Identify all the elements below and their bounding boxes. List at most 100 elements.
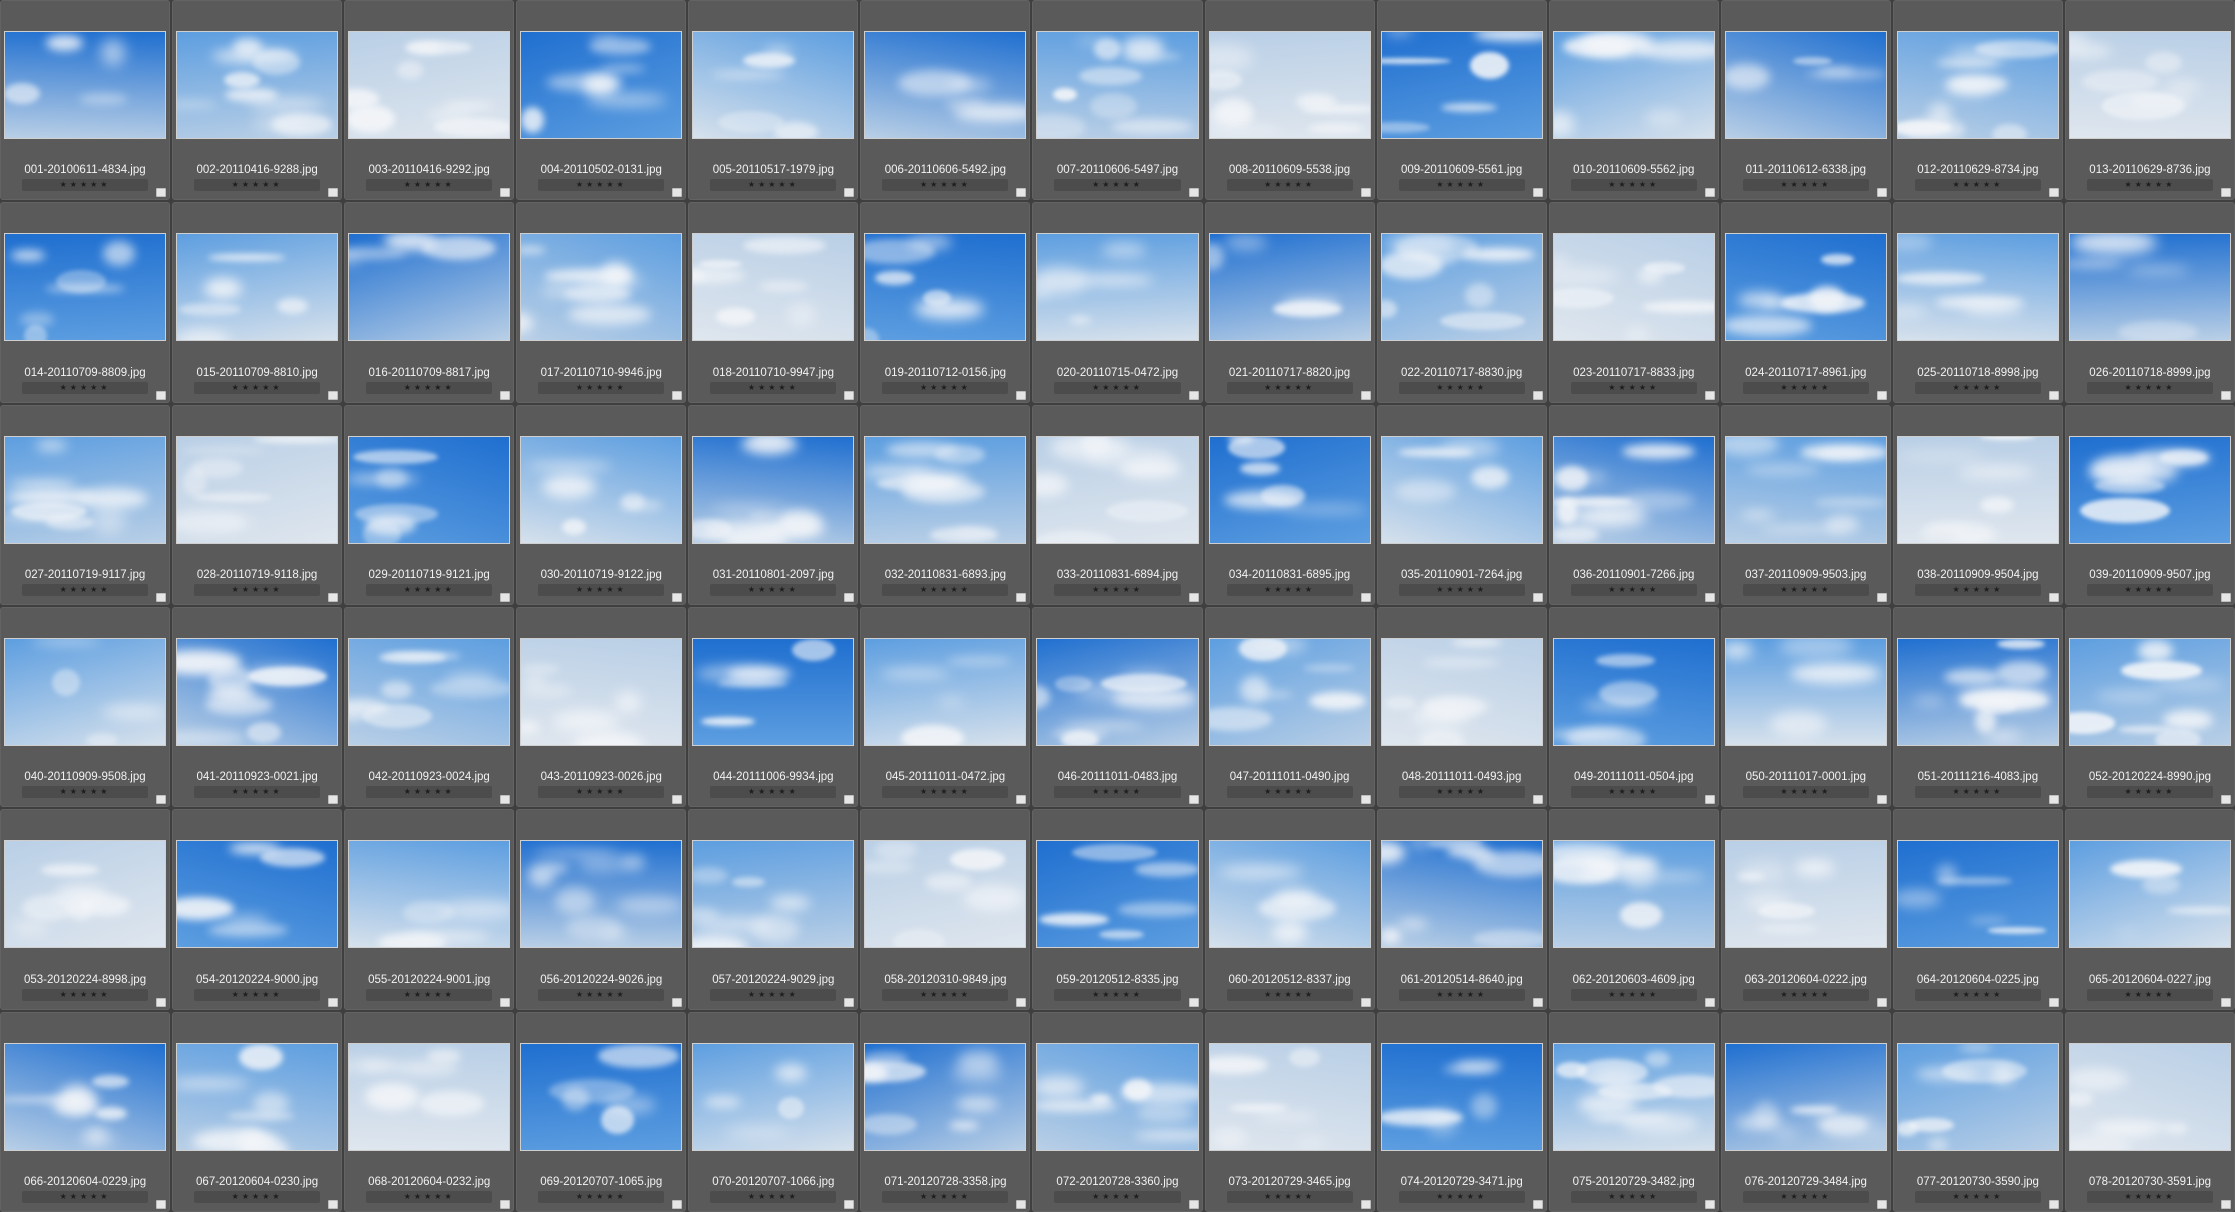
select-checkbox-icon[interactable] (1188, 997, 1199, 1007)
star-rating[interactable]: ★★★★★ (1226, 179, 1353, 192)
select-checkbox-icon[interactable] (1704, 997, 1715, 1007)
select-checkbox-icon[interactable] (672, 188, 683, 198)
select-checkbox-icon[interactable] (1360, 390, 1371, 400)
select-checkbox-icon[interactable] (1360, 997, 1371, 1007)
star-rating[interactable]: ★★★★★ (710, 988, 837, 1001)
star-rating[interactable]: ★★★★★ (1914, 381, 2041, 394)
star-rating[interactable]: ★★★★★ (710, 179, 837, 192)
sky-photo-thumbnail[interactable] (4, 435, 167, 544)
thumbnail-cell[interactable]: 009-20110609-5561.jpg ★★★★★ (1376, 0, 1547, 201)
select-checkbox-icon[interactable] (844, 592, 855, 602)
thumbnail-cell[interactable]: 051-20111216-4083.jpg ★★★★★ (1892, 606, 2063, 808)
star-rating[interactable]: ★★★★★ (2086, 1190, 2213, 1203)
thumbnail-cell[interactable]: 041-20110923-0021.jpg ★★★★★ (172, 606, 343, 808)
sky-photo-thumbnail[interactable] (1380, 1042, 1543, 1151)
thumbnail-cell[interactable]: 019-20110712-0156.jpg ★★★★★ (860, 202, 1031, 403)
sky-photo-thumbnail[interactable] (2068, 1042, 2231, 1151)
thumbnail-cell[interactable]: 012-20110629-8734.jpg ★★★★★ (1892, 0, 2063, 201)
thumbnail-cell[interactable]: 060-20120512-8337.jpg ★★★★★ (1204, 809, 1375, 1010)
thumbnail-cell[interactable]: 071-20120728-3358.jpg ★★★★★ (860, 1011, 1031, 1212)
thumbnail-cell[interactable]: 046-20111011-0483.jpg ★★★★★ (1032, 606, 1203, 808)
sky-photo-thumbnail[interactable] (1380, 840, 1543, 949)
thumbnail-cell[interactable]: 065-20120604-0227.jpg ★★★★★ (2064, 809, 2235, 1010)
sky-photo-thumbnail[interactable] (2068, 637, 2231, 746)
star-rating[interactable]: ★★★★★ (366, 988, 493, 1001)
thumbnail-cell[interactable]: 034-20110831-6895.jpg ★★★★★ (1204, 404, 1375, 605)
star-rating[interactable]: ★★★★★ (1914, 1190, 2041, 1203)
star-rating[interactable]: ★★★★★ (2086, 179, 2213, 192)
select-checkbox-icon[interactable] (2048, 592, 2059, 602)
star-rating[interactable]: ★★★★★ (1742, 786, 1869, 799)
thumbnail-cell[interactable]: 064-20120604-0225.jpg ★★★★★ (1892, 809, 2063, 1010)
star-rating[interactable]: ★★★★★ (538, 179, 665, 192)
thumbnail-cell[interactable]: 048-20111011-0493.jpg ★★★★★ (1376, 606, 1547, 808)
thumbnail-cell[interactable]: 016-20110709-8817.jpg ★★★★★ (344, 202, 515, 403)
select-checkbox-icon[interactable] (1360, 188, 1371, 198)
select-checkbox-icon[interactable] (1016, 592, 1027, 602)
star-rating[interactable]: ★★★★★ (22, 583, 149, 596)
select-checkbox-icon[interactable] (672, 1199, 683, 1209)
select-checkbox-icon[interactable] (1188, 1199, 1199, 1209)
sky-photo-thumbnail[interactable] (1036, 233, 1199, 342)
thumbnail-cell[interactable]: 022-20110717-8830.jpg ★★★★★ (1376, 202, 1547, 403)
thumbnail-cell[interactable]: 017-20110710-9946.jpg ★★★★★ (516, 202, 687, 403)
sky-photo-thumbnail[interactable] (1380, 31, 1543, 139)
star-rating[interactable]: ★★★★★ (194, 381, 321, 394)
select-checkbox-icon[interactable] (1188, 188, 1199, 198)
thumbnail-cell[interactable]: 021-20110717-8820.jpg ★★★★★ (1204, 202, 1375, 403)
thumbnail-cell[interactable]: 055-20120224-9001.jpg ★★★★★ (344, 809, 515, 1010)
star-rating[interactable]: ★★★★★ (22, 381, 149, 394)
select-checkbox-icon[interactable] (2220, 1199, 2231, 1209)
thumbnail-cell[interactable]: 047-20111011-0490.jpg ★★★★★ (1204, 606, 1375, 808)
thumbnail-cell[interactable]: 013-20110629-8736.jpg ★★★★★ (2064, 0, 2235, 201)
star-rating[interactable]: ★★★★★ (2086, 786, 2213, 799)
sky-photo-thumbnail[interactable] (176, 840, 339, 949)
star-rating[interactable]: ★★★★★ (882, 179, 1009, 192)
select-checkbox-icon[interactable] (1704, 592, 1715, 602)
thumbnail-cell[interactable]: 067-20120604-0230.jpg ★★★★★ (172, 1011, 343, 1212)
thumbnail-cell[interactable]: 008-20110609-5538.jpg ★★★★★ (1204, 0, 1375, 201)
star-rating[interactable]: ★★★★★ (1398, 583, 1525, 596)
sky-photo-thumbnail[interactable] (176, 637, 339, 746)
thumbnail-cell[interactable]: 028-20110719-9118.jpg ★★★★★ (172, 404, 343, 605)
select-checkbox-icon[interactable] (156, 592, 167, 602)
star-rating[interactable]: ★★★★★ (1398, 1190, 1525, 1203)
star-rating[interactable]: ★★★★★ (1054, 583, 1181, 596)
select-checkbox-icon[interactable] (1532, 390, 1543, 400)
select-checkbox-icon[interactable] (2048, 390, 2059, 400)
star-rating[interactable]: ★★★★★ (538, 988, 665, 1001)
select-checkbox-icon[interactable] (844, 997, 855, 1007)
thumbnail-cell[interactable]: 057-20120224-9029.jpg ★★★★★ (688, 809, 859, 1010)
select-checkbox-icon[interactable] (1876, 592, 1887, 602)
select-checkbox-icon[interactable] (500, 1199, 511, 1209)
sky-photo-thumbnail[interactable] (176, 1042, 339, 1151)
thumbnail-cell[interactable]: 078-20120730-3591.jpg ★★★★★ (2064, 1011, 2235, 1212)
select-checkbox-icon[interactable] (1704, 390, 1715, 400)
sky-photo-thumbnail[interactable] (1552, 1042, 1715, 1151)
select-checkbox-icon[interactable] (1360, 1199, 1371, 1209)
select-checkbox-icon[interactable] (672, 592, 683, 602)
sky-photo-thumbnail[interactable] (348, 233, 511, 342)
select-checkbox-icon[interactable] (1360, 592, 1371, 602)
star-rating[interactable]: ★★★★★ (22, 179, 149, 192)
thumbnail-cell[interactable]: 027-20110719-9117.jpg ★★★★★ (0, 404, 171, 605)
thumbnail-cell[interactable]: 014-20110709-8809.jpg ★★★★★ (0, 202, 171, 403)
star-rating[interactable]: ★★★★★ (22, 1190, 149, 1203)
sky-photo-thumbnail[interactable] (1552, 637, 1715, 746)
thumbnail-cell[interactable]: 030-20110719-9122.jpg ★★★★★ (516, 404, 687, 605)
star-rating[interactable]: ★★★★★ (882, 988, 1009, 1001)
thumbnail-cell[interactable]: 038-20110909-9504.jpg ★★★★★ (1892, 404, 2063, 605)
select-checkbox-icon[interactable] (500, 188, 511, 198)
thumbnail-cell[interactable]: 031-20110801-2097.jpg ★★★★★ (688, 404, 859, 605)
star-rating[interactable]: ★★★★★ (710, 786, 837, 799)
thumbnail-cell[interactable]: 011-20110612-6338.jpg ★★★★★ (1720, 0, 1891, 201)
select-checkbox-icon[interactable] (328, 188, 339, 198)
thumbnail-cell[interactable]: 044-20111006-9934.jpg ★★★★★ (688, 606, 859, 808)
select-checkbox-icon[interactable] (328, 997, 339, 1007)
sky-photo-thumbnail[interactable] (1724, 1042, 1887, 1151)
select-checkbox-icon[interactable] (1016, 1199, 1027, 1209)
sky-photo-thumbnail[interactable] (1724, 840, 1887, 949)
select-checkbox-icon[interactable] (2048, 997, 2059, 1007)
sky-photo-thumbnail[interactable] (4, 31, 167, 139)
sky-photo-thumbnail[interactable] (692, 637, 855, 746)
